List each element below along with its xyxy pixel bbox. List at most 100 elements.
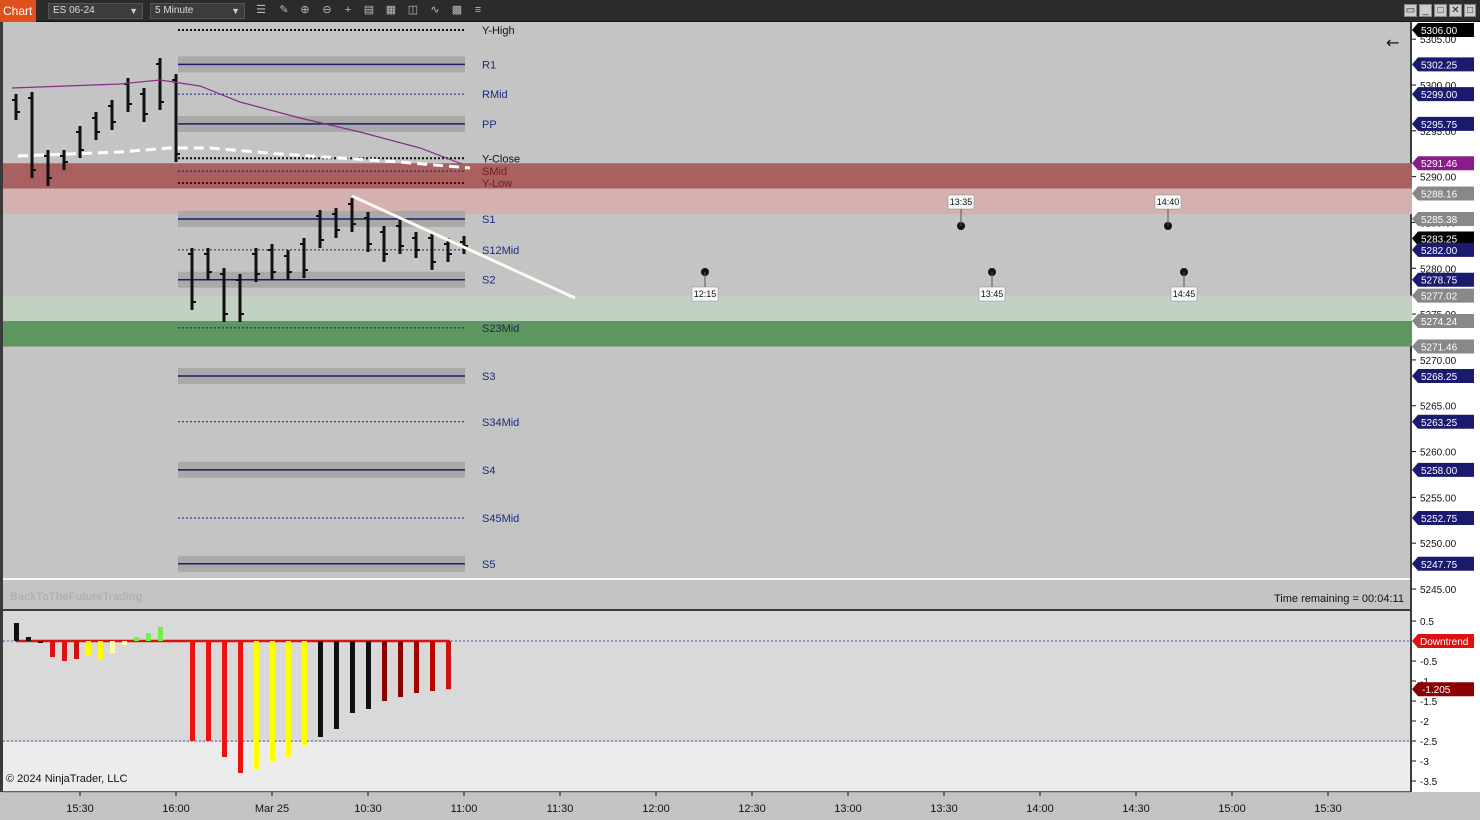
oscillator-lower-bg (3, 742, 1410, 791)
templates-icon[interactable]: ▦ (384, 3, 398, 17)
level-label: Y-Close (482, 153, 520, 165)
price-tick-label: 5270.00 (1420, 356, 1457, 367)
time-tick-label: 12:00 (642, 803, 670, 815)
level-label: R1 (482, 59, 496, 71)
properties-icon[interactable]: ▩ (450, 3, 464, 17)
chevron-down-icon: ▼ (231, 6, 240, 16)
float-icon[interactable]: □ (1464, 4, 1476, 17)
draw-tool-icon[interactable]: ✎ (277, 3, 291, 17)
price-tag-label: 5271.46 (1421, 343, 1458, 354)
level-label: S2 (482, 275, 495, 287)
price-tag-label: 5247.75 (1421, 560, 1458, 571)
zoom-out-icon[interactable]: ⊖ (320, 3, 334, 17)
price-tag-label: 5295.75 (1421, 120, 1458, 131)
price-tick-label: 5250.00 (1420, 539, 1457, 550)
maximize-icon[interactable]: □ (1434, 4, 1447, 17)
status-tag-label: Downtrend (1420, 637, 1468, 648)
chart-toolbar: Chart ES 06-24 ▼ 5 Minute ▼ ☰ ✎ ⊕ ⊖ + ▤ … (0, 0, 1480, 22)
price-tag-label: 5291.46 (1421, 159, 1458, 170)
level-label: S12Mid (482, 245, 519, 257)
instrument-selector[interactable]: ES 06-24 ▼ (48, 3, 143, 19)
oscillator-bar (122, 641, 127, 645)
back-arrow-icon[interactable]: ← (1386, 33, 1399, 52)
price-tag-label: 5299.00 (1421, 90, 1458, 101)
oscillator-bar (158, 627, 163, 641)
oscillator-bar (222, 641, 227, 757)
oscillator-bar (430, 641, 435, 691)
chart-area[interactable]: Y-High R1 RMid PP Y-CloseSMidY-Low S1 S12Mid S2… (0, 22, 1480, 820)
price-tag-label: 5258.00 (1421, 466, 1458, 477)
zoom-in-icon[interactable]: ⊕ (298, 3, 312, 17)
time-tick-label: 14:30 (1122, 803, 1150, 815)
oscillator-bar (350, 641, 355, 713)
osc-tick-label: -2.5 (1420, 737, 1438, 748)
close-icon[interactable]: ✕ (1449, 4, 1462, 17)
oscillator-bar (382, 641, 387, 701)
time-marker-label: 14:40 (1157, 197, 1180, 207)
level-label: PP (482, 119, 497, 131)
price-tag-label: 5263.25 (1421, 418, 1458, 429)
oscillator-bar (286, 641, 291, 757)
level-label: S45Mid (482, 513, 519, 525)
oscillator-bar (110, 641, 115, 653)
menu-icon[interactable]: ≡ (471, 3, 485, 17)
bar-style-icon[interactable]: ☰ (254, 3, 268, 17)
indicators-icon[interactable]: ◫ (406, 3, 420, 17)
time-tick-label: 12:30 (738, 803, 766, 815)
price-tick-label: 5290.00 (1420, 173, 1457, 184)
oscillator-bar (238, 641, 243, 773)
price-tick-label: 5265.00 (1420, 402, 1457, 413)
resistance-zone-light (3, 188, 1412, 215)
time-marker-label: 13:45 (981, 289, 1004, 299)
interval-selector[interactable]: 5 Minute ▼ (150, 3, 245, 19)
oscillator-bar (74, 641, 79, 659)
level-label: S1 (482, 214, 495, 226)
minimize-icon[interactable]: _ (1419, 4, 1432, 17)
instrument-value: ES 06-24 (53, 5, 95, 16)
price-tick-label: 5255.00 (1420, 493, 1457, 504)
time-tick-label: 13:30 (930, 803, 958, 815)
time-remaining-label: Time remaining = 00:04:11 (1274, 593, 1404, 605)
price-tag-label: 5274.24 (1421, 317, 1458, 328)
level-label: RMid (482, 89, 508, 101)
price-tag-label: 5268.25 (1421, 372, 1458, 383)
oscillator-bar (98, 641, 103, 659)
oscillator-bar (26, 637, 31, 641)
oscillator-bar (38, 641, 43, 643)
level-label: S3 (482, 371, 495, 383)
time-tick-label: 14:00 (1026, 803, 1054, 815)
oscillator-bar (398, 641, 403, 697)
oscillator-bar (134, 637, 139, 641)
oscillator-bar (318, 641, 323, 737)
oscillator-bar (146, 633, 151, 641)
time-marker-label: 14:45 (1173, 289, 1196, 299)
oscillator-bar (446, 641, 451, 690)
level-label: SMid (482, 166, 507, 178)
osc-tick-label: -3.5 (1420, 777, 1438, 788)
data-box-icon[interactable]: ▤ (362, 3, 376, 17)
time-tick-label: 11:30 (547, 803, 574, 815)
value-tag-label: -1.205 (1422, 685, 1451, 696)
strategies-icon[interactable]: ∿ (428, 3, 442, 17)
osc-tick-label: -2 (1420, 717, 1429, 728)
time-tick-label: 13:00 (834, 803, 862, 815)
price-tag-label: 5285.38 (1421, 215, 1458, 226)
oscillator-bar (14, 623, 19, 641)
chart-tab[interactable]: Chart (0, 0, 36, 22)
time-tick-label: 15:00 (1218, 803, 1246, 815)
oscillator-bar (302, 641, 307, 745)
crosshair-icon[interactable]: + (341, 3, 355, 17)
price-tag-label: 5282.00 (1421, 246, 1458, 257)
restore-icon[interactable]: ▭ (1404, 4, 1417, 17)
time-marker-label: 13:35 (950, 197, 973, 207)
price-tag-label: 5302.25 (1421, 60, 1458, 71)
osc-tick-label: 0.5 (1420, 617, 1434, 628)
level-label: Y-High (482, 25, 515, 37)
oscillator-bar (366, 641, 371, 709)
oscillator-bar (190, 641, 195, 741)
oscillator-bar (62, 641, 67, 661)
price-tag-label: 5277.02 (1421, 292, 1458, 303)
time-tick-label: 16:00 (162, 803, 190, 815)
price-tag-label: 5288.16 (1421, 189, 1458, 200)
oscillator-bar (270, 641, 275, 761)
